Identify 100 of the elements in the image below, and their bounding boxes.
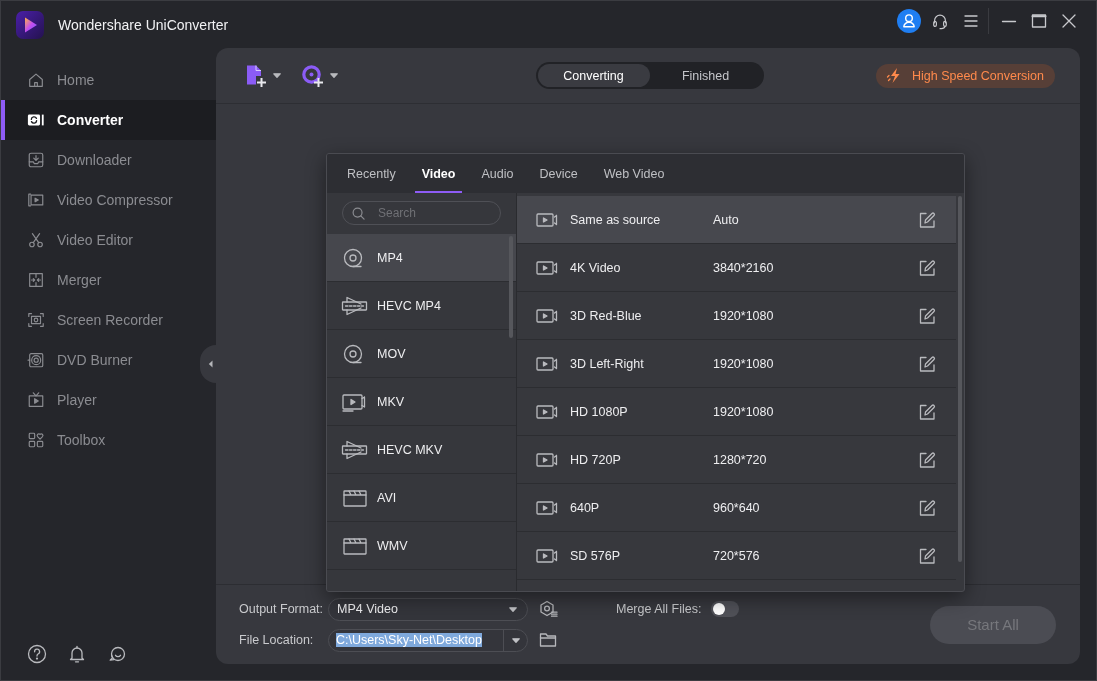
- preset-row[interactable]: 3D Red-Blue 1920*1080: [517, 292, 956, 340]
- help-icon[interactable]: [27, 644, 47, 664]
- window-title: Wondershare UniConverter: [58, 16, 229, 33]
- settings-icon[interactable]: [539, 600, 558, 618]
- edit-icon[interactable]: [918, 306, 936, 325]
- edit-icon[interactable]: [918, 210, 936, 229]
- preset-resolution: Auto: [713, 212, 740, 227]
- format-tab[interactable]: Audio: [474, 154, 521, 193]
- sidebar-item[interactable]: Video Editor: [1, 220, 200, 260]
- caret-icon: [273, 73, 281, 78]
- screen-record-icon: [27, 311, 45, 329]
- scissors-icon: [27, 231, 45, 249]
- bell-icon[interactable]: [67, 644, 87, 664]
- preset-row[interactable]: HD 720P 1280*720: [517, 436, 956, 484]
- chat-smile-icon[interactable]: [107, 644, 127, 664]
- caret-icon: [509, 606, 517, 612]
- format-item[interactable]: HEVC MKV: [327, 426, 516, 474]
- preset-name: HD 720P: [570, 452, 622, 467]
- high-speed-button[interactable]: High Speed Conversion: [875, 63, 1055, 88]
- merge-toggle[interactable]: [711, 601, 740, 617]
- sidebar-item[interactable]: Home: [1, 60, 200, 100]
- preset-name: Same as source: [570, 212, 662, 227]
- preset-row[interactable]: Same as source Auto: [517, 196, 956, 244]
- sidebar-item[interactable]: Downloader: [1, 140, 200, 180]
- merge-files-label: Merge All Files:: [616, 602, 702, 616]
- format-item[interactable]: MOV: [327, 330, 516, 378]
- format-item[interactable]: MKV: [327, 378, 516, 426]
- disc-add-icon: [301, 63, 325, 88]
- preset-name: 640P: [570, 500, 601, 515]
- sidebar-item[interactable]: Video Compressor: [1, 180, 200, 220]
- caret-icon[interactable]: [511, 637, 520, 643]
- output-format-select[interactable]: MP4 Video: [328, 597, 528, 621]
- video-icon: [536, 355, 558, 372]
- preset-row[interactable]: 3D Left-Right 1920*1080: [517, 340, 956, 388]
- edit-icon[interactable]: [918, 546, 936, 565]
- video-tag-icon: [341, 438, 369, 461]
- format-tab[interactable]: Device: [532, 154, 585, 193]
- video-icon: [536, 307, 558, 324]
- video-tag-icon: [341, 294, 369, 317]
- preset-row[interactable]: 640P 960*640: [517, 484, 956, 532]
- sidebar-item[interactable]: Screen Recorder: [1, 300, 200, 340]
- maximize-icon[interactable]: [1030, 11, 1048, 30]
- edit-icon[interactable]: [918, 450, 936, 469]
- avatar-icon[interactable]: [897, 8, 921, 33]
- preset-name: 3D Red-Blue: [570, 308, 643, 323]
- video-icon: [536, 499, 558, 516]
- preset-resolution: 1280*720: [713, 452, 768, 467]
- format-tab[interactable]: Recently: [340, 154, 403, 193]
- preset-resolution: 1920*1080: [713, 404, 775, 419]
- video-icon: [536, 211, 558, 228]
- caret-icon: [330, 73, 338, 78]
- format-item[interactable]: WMV: [327, 522, 516, 570]
- collapse-button[interactable]: [200, 345, 216, 383]
- sidebar-item[interactable]: Toolbox: [1, 420, 200, 460]
- folder-icon[interactable]: [539, 631, 557, 649]
- preset-resolution: 1920*1080: [713, 356, 775, 371]
- sidebar-item[interactable]: Player: [1, 380, 200, 420]
- status-tab[interactable]: Converting: [537, 64, 650, 87]
- preset-resolution: 960*640: [713, 500, 761, 515]
- video-icon: [536, 403, 558, 420]
- video-icon: [536, 259, 558, 276]
- edit-icon[interactable]: [918, 258, 936, 277]
- file-add-icon: [244, 63, 268, 88]
- search-icon: [352, 207, 365, 220]
- video-icon: [536, 547, 558, 564]
- edit-icon[interactable]: [918, 354, 936, 373]
- scrollbar-thumb[interactable]: [509, 236, 513, 338]
- app-logo-icon: [16, 10, 44, 39]
- format-item[interactable]: MP4: [327, 234, 516, 282]
- preset-name: SD 576P: [570, 548, 622, 563]
- preset-name: 3D Left-Right: [570, 356, 645, 371]
- download-tray-icon: [27, 151, 45, 169]
- preset-row[interactable]: 4K Video 3840*2160: [517, 244, 956, 292]
- file-location-label: File Location:: [239, 633, 315, 647]
- sidebar-item[interactable]: DVD Burner: [1, 340, 200, 380]
- format-item[interactable]: AVI: [327, 474, 516, 522]
- grid-heart-icon: [27, 431, 45, 449]
- merge-arrows-icon: [27, 271, 45, 289]
- preset-row[interactable]: SD 576P 720*576: [517, 532, 956, 580]
- add-files-button[interactable]: [244, 63, 281, 88]
- format-tab[interactable]: Web Video: [596, 154, 672, 193]
- output-format-label: Output Format:: [239, 602, 325, 616]
- sidebar-item[interactable]: Merger: [1, 260, 200, 300]
- house-icon: [27, 71, 45, 89]
- preset-name: HD 1080P: [570, 404, 629, 419]
- preset-row[interactable]: HD 1080P 1920*1080: [517, 388, 956, 436]
- preset-resolution: 720*576: [713, 548, 761, 563]
- video-frame-icon: [27, 191, 45, 209]
- sidebar-item[interactable]: Converter: [1, 100, 216, 140]
- search-field[interactable]: Search: [342, 201, 501, 225]
- tv-icon: [27, 391, 45, 409]
- edit-icon[interactable]: [918, 498, 936, 517]
- preset-name: 4K Video: [570, 260, 622, 275]
- preset-resolution: 3840*2160: [713, 260, 775, 275]
- video-icon: [536, 451, 558, 468]
- status-tab[interactable]: Finished: [649, 64, 762, 87]
- preset-resolution: 1920*1080: [713, 308, 775, 323]
- caret-icon: [207, 360, 213, 368]
- edit-icon[interactable]: [918, 402, 936, 421]
- add-disc-button[interactable]: [301, 63, 338, 88]
